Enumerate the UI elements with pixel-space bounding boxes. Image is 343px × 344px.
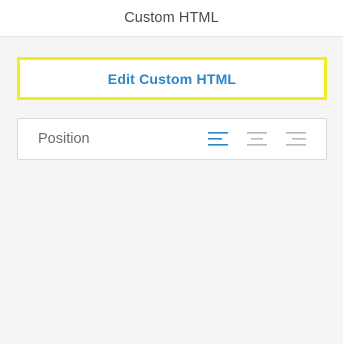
align-center-icon [247, 132, 267, 146]
panel-title: Custom HTML [124, 10, 219, 26]
position-control: Position [17, 118, 327, 160]
edit-custom-html-label: Edit Custom HTML [107, 70, 237, 87]
align-left-icon [208, 132, 228, 146]
edit-custom-html-button[interactable]: Edit Custom HTML [17, 57, 327, 100]
align-right-button[interactable] [283, 128, 309, 150]
panel-header: Custom HTML [0, 0, 343, 37]
position-label: Position [38, 131, 90, 147]
align-left-button[interactable] [205, 128, 231, 150]
align-right-icon [286, 132, 306, 146]
align-center-button[interactable] [244, 128, 270, 150]
